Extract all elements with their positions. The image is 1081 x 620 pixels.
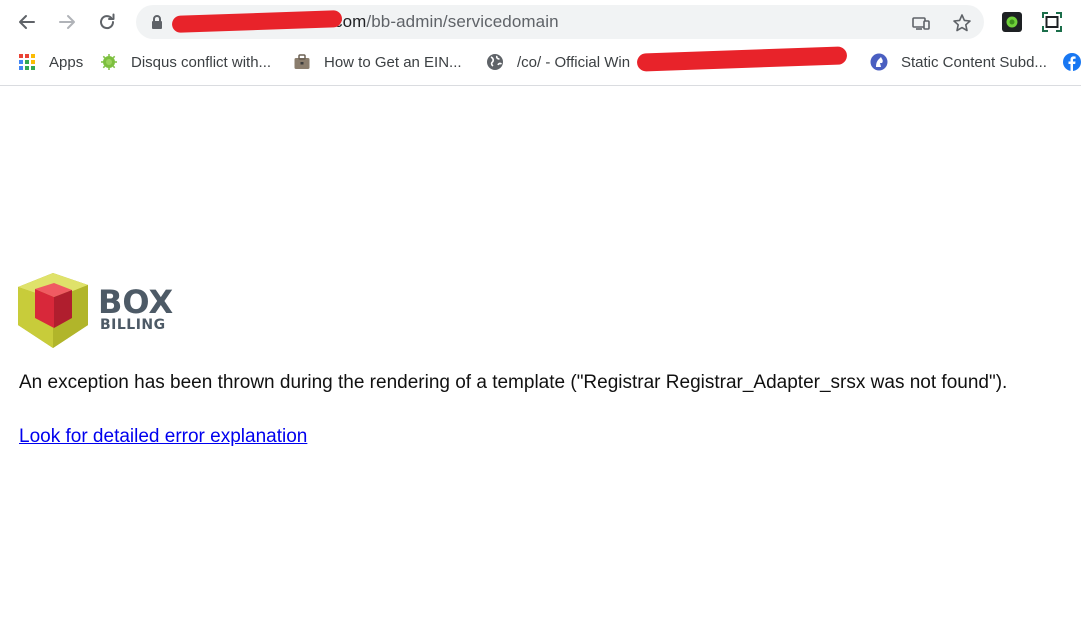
bookmark-label: Disqus conflict with... [131, 53, 272, 71]
browser-toolbar: com/bb-admin/servicedomain [0, 0, 1081, 44]
bookmark-facebook[interactable] [1063, 51, 1081, 73]
cast-devices-icon[interactable] [911, 13, 931, 33]
screen-capture-icon[interactable] [1040, 10, 1064, 34]
bookmark-label: How to Get an EIN... [324, 53, 462, 71]
bookmark-label: Apps [49, 53, 84, 71]
briefcase-icon [294, 54, 310, 69]
bookmark-redaction [636, 46, 848, 72]
horse-icon [870, 53, 888, 71]
back-arrow-icon [19, 15, 35, 29]
logo-text-box: BOX [98, 283, 173, 321]
lock-icon [152, 15, 162, 29]
error-explanation-link[interactable]: Look for detailed error explanation [19, 426, 307, 448]
logo-text-billing: BILLING [100, 317, 166, 333]
browser-chrome: com/bb-admin/servicedomain Apps Disqus c… [0, 0, 1081, 86]
bookmark-static-content[interactable]: Static Content Subd... [870, 51, 1047, 73]
extension-icon[interactable] [1000, 10, 1024, 34]
bookmarks-bar: Apps Disqus conflict with... How to Get … [0, 44, 1081, 80]
address-bar[interactable]: com/bb-admin/servicedomain [136, 5, 984, 39]
boxbilling-logo: BOX BILLING [18, 273, 183, 351]
bookmark-apps[interactable]: Apps [18, 51, 83, 73]
bookmark-label: /co/ - Official Win [517, 53, 631, 71]
reload-button[interactable] [92, 7, 122, 37]
apps-grid-icon [19, 54, 35, 70]
bookmark-disqus[interactable]: Disqus conflict with... [100, 51, 271, 73]
url-path: /bb-admin/servicedomain [366, 12, 559, 31]
reload-icon [100, 13, 115, 30]
forward-button[interactable] [52, 7, 82, 37]
android-icon [101, 54, 117, 70]
error-message: An exception has been thrown during the … [19, 372, 1008, 393]
boxbilling-cube-logo: BOX BILLING [18, 273, 173, 348]
bookmark-label: Static Content Subd... [901, 53, 1047, 71]
bookmark-official-win[interactable]: /co/ - Official Win [486, 51, 630, 73]
facebook-icon [1063, 53, 1081, 71]
bookmark-star-icon[interactable] [952, 13, 972, 33]
back-button[interactable] [12, 7, 42, 37]
globe-icon [487, 54, 503, 70]
bookmark-ein[interactable]: How to Get an EIN... [293, 51, 462, 73]
forward-arrow-icon [59, 15, 75, 29]
page-content: BOX BILLING An exception has been thrown… [0, 86, 1081, 620]
